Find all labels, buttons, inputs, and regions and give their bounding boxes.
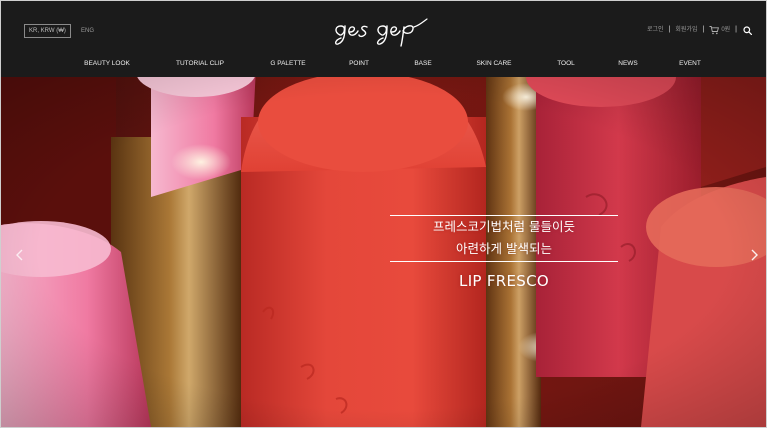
utility-divider: | xyxy=(668,26,671,33)
hero-banner[interactable] xyxy=(1,77,766,427)
utility-divider: | xyxy=(735,26,737,33)
nav-item-tool[interactable]: TOOL xyxy=(557,57,575,71)
login-link[interactable]: 로그인 xyxy=(647,23,664,37)
cart-icon[interactable] xyxy=(709,25,720,35)
hero-subtitle: LIP FRESCO xyxy=(459,272,549,290)
language-link-eng[interactable]: ENG xyxy=(81,24,94,38)
nav-item-beauty-look[interactable]: BEAUTY LOOK xyxy=(84,57,130,71)
main-nav: BEAUTY LOOK TUTORIAL CLIP G PALETTE POIN… xyxy=(1,57,766,71)
nav-item-tutorial-clip[interactable]: TUTORIAL CLIP xyxy=(176,57,224,71)
nav-item-point[interactable]: POINT xyxy=(349,57,369,71)
headline-rule-top xyxy=(390,215,618,216)
chevron-left-icon[interactable] xyxy=(12,245,28,265)
nav-item-news[interactable]: NEWS xyxy=(618,57,638,71)
utility-divider: | xyxy=(702,26,705,33)
headline-rule-bottom xyxy=(390,261,618,262)
hero-headline-line2: 아련하게 발색되는 xyxy=(456,241,552,256)
nav-item-g-palette[interactable]: G PALETTE xyxy=(270,57,305,71)
hero-headline-line1: 프레스코기법처럼 물들이듯 xyxy=(433,219,575,234)
search-icon[interactable] xyxy=(743,25,752,35)
utility-menu: 로그인 | 회원가입 | 0원 | xyxy=(647,23,752,37)
site-header: KR, KRW (₩) ENG 로그인 | 회원가입 | 0원 | BEAUTY… xyxy=(1,1,766,77)
nav-item-skin-care[interactable]: SKIN CARE xyxy=(476,57,511,71)
brand-logo[interactable] xyxy=(332,13,436,49)
cart-amount[interactable]: 0원 xyxy=(721,23,730,37)
nav-item-base[interactable]: BASE xyxy=(414,57,431,71)
nav-item-event[interactable]: EVENT xyxy=(679,57,701,71)
chevron-right-icon[interactable] xyxy=(746,245,762,265)
page-frame: KR, KRW (₩) ENG 로그인 | 회원가입 | 0원 | BEAUTY… xyxy=(0,0,767,428)
lipstick-hero-image xyxy=(1,77,766,427)
signup-link[interactable]: 회원가입 xyxy=(675,23,697,37)
locale-selector[interactable]: KR, KRW (₩) xyxy=(24,24,71,38)
